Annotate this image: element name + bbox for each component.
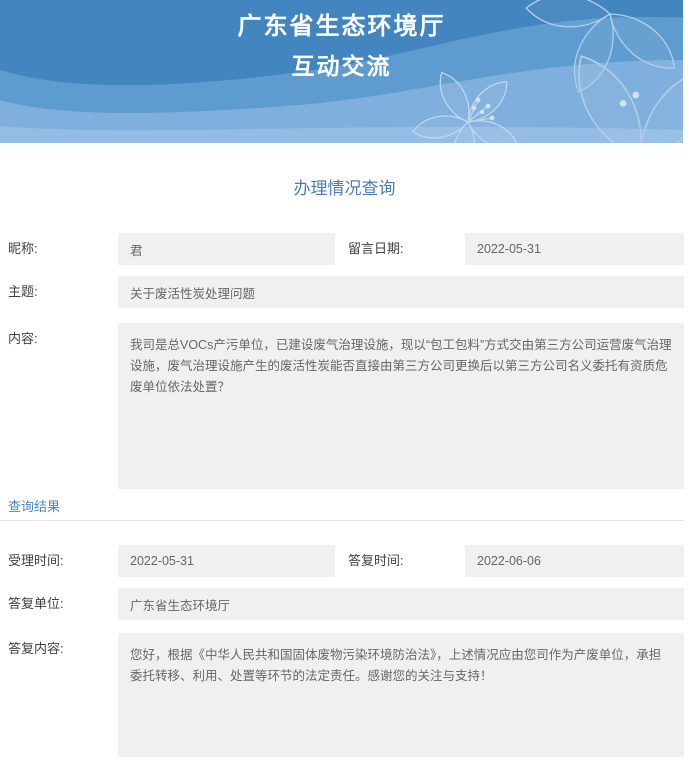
nickname-field[interactable] — [118, 233, 335, 265]
content-textarea[interactable]: 我司是总VOCs产污单位，已建设废气治理设施，现以“包工包料”方式交由第三方公司… — [118, 323, 684, 489]
subject-label: 主题: — [8, 282, 38, 302]
nickname-label: 昵称: — [8, 239, 38, 259]
page: 广东省生态环境厅 互动交流 办理情况查询 昵称: 留言日期: 主题: 内容: 我… — [0, 0, 689, 760]
reply-content-textarea[interactable]: 您好，根据《中华人民共和国固体废物污染环境防治法》，上述情况应由您司作为产废单位… — [118, 633, 684, 757]
section-title-query-result: 查询结果 — [8, 496, 60, 515]
content-label: 内容: — [8, 329, 38, 349]
message-date-field[interactable] — [465, 233, 684, 265]
message-date-label: 留言日期: — [348, 239, 404, 259]
accept-time-field[interactable] — [118, 545, 335, 577]
reply-time-label: 答复时间: — [348, 551, 404, 571]
subject-field[interactable] — [118, 276, 684, 308]
banner-title: 广东省生态环境厅 — [0, 12, 683, 42]
accept-time-label: 受理时间: — [8, 551, 64, 571]
page-title: 办理情况查询 — [0, 174, 689, 199]
banner-subtitle: 互动交流 — [0, 51, 683, 81]
reply-unit-field[interactable] — [118, 588, 684, 620]
reply-unit-label: 答复单位: — [8, 594, 64, 614]
reply-content-label: 答复内容: — [8, 639, 64, 659]
banner: 广东省生态环境厅 互动交流 — [0, 0, 683, 143]
reply-time-field[interactable] — [465, 545, 684, 577]
divider — [0, 520, 684, 521]
